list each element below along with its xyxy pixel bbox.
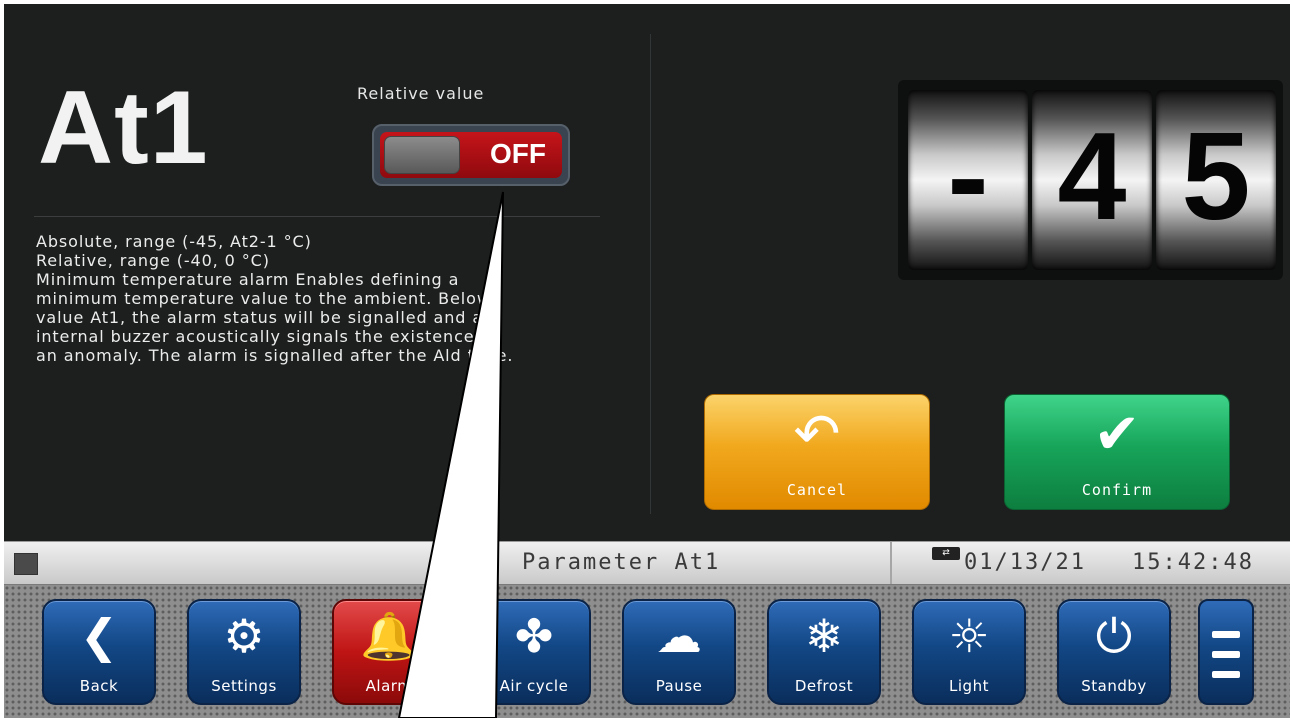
menu-button[interactable] xyxy=(1198,599,1254,705)
defrost-label: Defrost xyxy=(794,677,854,695)
digit-units-drum[interactable]: 5 xyxy=(1156,90,1276,270)
undo-arrow-icon: ↶ xyxy=(793,402,841,467)
description-line: Minimum temperature alarm Enables defini… xyxy=(36,270,460,289)
description-line: value At1, the alarm status will be sign… xyxy=(36,308,495,327)
checkmark-icon: ✔ xyxy=(1093,402,1141,467)
snowflake-icon: ❄ xyxy=(804,609,844,663)
confirm-button[interactable]: ✔ Confirm xyxy=(1004,394,1230,510)
menu-icon xyxy=(1212,671,1240,678)
alarm-button[interactable]: 🔔 Alarm xyxy=(332,599,446,705)
fan-icon: ✤ xyxy=(514,609,554,663)
power-icon: ⏻ xyxy=(1095,609,1133,663)
back-chevron-icon: ❮ xyxy=(79,609,119,663)
status-date: 01/13/21 xyxy=(964,550,1086,575)
digit-sign-drum[interactable]: - xyxy=(908,90,1028,270)
description-line: an anomaly. The alarm is signalled after… xyxy=(36,346,514,365)
divider xyxy=(34,216,600,217)
digit-units: 5 xyxy=(1181,108,1251,246)
digit-tens-drum[interactable]: 4 xyxy=(1032,90,1152,270)
toggle-state-text: OFF xyxy=(490,138,546,169)
digit-tens: 4 xyxy=(1057,108,1127,246)
confirm-label: Confirm xyxy=(1081,481,1153,499)
toggle-track: OFF xyxy=(380,132,562,178)
defrost-button[interactable]: ❄ Defrost xyxy=(767,599,881,705)
standby-label: Standby xyxy=(1081,677,1147,695)
status-bar: Parameter At1 ⇄ 01/13/21 15:42:48 xyxy=(4,541,1290,585)
settings-button[interactable]: ⚙ Settings xyxy=(187,599,301,705)
digit-sign: - xyxy=(947,108,989,246)
air-cycle-label: Air cycle xyxy=(499,677,569,695)
description-line: Absolute, range (-45, At2-1 °C) xyxy=(36,232,312,251)
sun-icon: ☼ xyxy=(948,609,990,663)
toggle-knob xyxy=(384,136,460,174)
panel-separator xyxy=(650,34,651,514)
screen: At1 Relative value OFF Absolute, range (… xyxy=(4,4,1290,718)
parameter-description: Absolute, range (-45, At2-1 °C) Relative… xyxy=(36,232,656,365)
sleep-cloud-icon: ☁ xyxy=(656,609,702,663)
back-label: Back xyxy=(79,677,119,695)
light-button[interactable]: ☼ Light xyxy=(912,599,1026,705)
value-display: - 4 5 xyxy=(898,80,1283,280)
pause-button[interactable]: ☁ Pause xyxy=(622,599,736,705)
description-line: Relative, range (-40, 0 °C) xyxy=(36,251,270,270)
status-indicator xyxy=(14,553,38,575)
relative-value-label: Relative value xyxy=(357,84,485,103)
alarm-bell-icon: 🔔 xyxy=(360,609,418,663)
relative-value-toggle[interactable]: OFF xyxy=(372,124,570,186)
gears-icon: ⚙ xyxy=(223,609,265,663)
parameter-name: At1 xyxy=(38,70,209,186)
alarm-label: Alarm xyxy=(365,677,413,695)
status-title: Parameter At1 xyxy=(522,550,721,575)
back-button[interactable]: ❮ Back xyxy=(42,599,156,705)
bottom-nav: ❮ Back ⚙ Settings 🔔 Alarm ✤ Air cycle ☁ … xyxy=(4,585,1290,718)
pause-label: Pause xyxy=(655,677,703,695)
menu-icon xyxy=(1212,651,1240,658)
status-time: 15:42:48 xyxy=(1132,550,1254,575)
description-line: internal buzzer acoustically signals the… xyxy=(36,327,498,346)
description-line: minimum temperature value to the ambient… xyxy=(36,289,491,308)
light-label: Light xyxy=(949,677,989,695)
usb-icon: ⇄ xyxy=(932,547,960,560)
status-separator xyxy=(890,542,892,584)
cancel-button[interactable]: ↶ Cancel xyxy=(704,394,930,510)
cancel-label: Cancel xyxy=(786,481,848,499)
menu-icon xyxy=(1212,631,1240,638)
settings-label: Settings xyxy=(211,677,277,695)
standby-button[interactable]: ⏻ Standby xyxy=(1057,599,1171,705)
air-cycle-button[interactable]: ✤ Air cycle xyxy=(477,599,591,705)
